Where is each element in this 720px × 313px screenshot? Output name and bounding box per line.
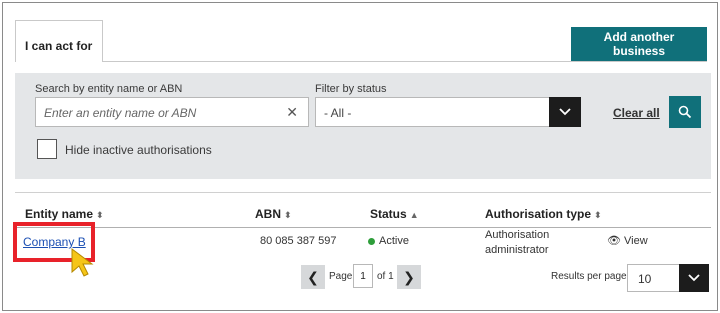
tab-i-can-act-for[interactable]: I can act for [15, 20, 103, 62]
clear-all-link[interactable]: Clear all [613, 106, 660, 120]
results-per-page-value: 10 [638, 272, 652, 286]
results-per-page-select[interactable]: 10 [627, 264, 709, 292]
search-placeholder: Enter an entity name or ABN [44, 106, 197, 120]
sort-icon: ⬍ [594, 210, 602, 220]
hide-inactive-label: Hide inactive authorisations [65, 143, 212, 157]
prev-page-button[interactable]: ❮ [301, 265, 325, 289]
page-frame: I can act for Add another business Searc… [2, 2, 718, 311]
hide-inactive-checkbox[interactable] [37, 139, 57, 159]
sort-icon: ⬍ [96, 210, 104, 220]
pointer-cursor-icon [71, 248, 94, 277]
chevron-down-icon[interactable] [679, 264, 709, 292]
status-filter-value: - All - [324, 106, 352, 120]
page-label: Page [329, 271, 353, 282]
chevron-left-icon: ❮ [307, 268, 319, 285]
authorisation-type-line2: administrator [485, 244, 549, 256]
column-header-status[interactable]: Status ▲ [370, 207, 419, 221]
table-header-divider [15, 192, 711, 193]
next-page-button[interactable]: ❯ [397, 265, 421, 289]
status-filter-select[interactable]: - All - [315, 97, 581, 127]
abn-value: 80 085 387 597 [260, 235, 337, 247]
filter-panel: Search by entity name or ABN Enter an en… [15, 73, 711, 179]
column-header-entity-name[interactable]: Entity name ⬍ [25, 207, 104, 221]
column-header-abn[interactable]: ABN ⬍ [255, 207, 292, 221]
search-input[interactable]: Enter an entity name or ABN ✕ [35, 97, 309, 127]
chevron-right-icon: ❯ [403, 268, 415, 285]
search-label: Search by entity name or ABN [35, 83, 183, 95]
close-icon[interactable]: ✕ [286, 104, 298, 121]
authorisation-type-line1: Authorisation [485, 229, 550, 241]
table-row-divider [15, 227, 711, 228]
page-of-label: of 1 [377, 271, 394, 282]
search-icon [678, 105, 692, 119]
status-value: Active [368, 235, 409, 247]
sort-icon: ⬍ [284, 210, 292, 220]
view-link[interactable]: 👁 View [607, 234, 648, 247]
chevron-down-icon[interactable] [549, 97, 581, 127]
column-header-authorisation-type[interactable]: Authorisation type ⬍ [485, 207, 602, 221]
add-another-business-button[interactable]: Add another business [571, 27, 707, 61]
tab-divider [103, 61, 707, 62]
sort-asc-icon: ▲ [409, 210, 419, 220]
results-per-page-label: Results per page [551, 271, 627, 282]
eye-icon: 👁 [607, 235, 621, 247]
search-button[interactable] [669, 96, 701, 128]
status-dot-icon [368, 237, 375, 245]
page-number-input[interactable]: 1 [353, 264, 373, 288]
status-filter-label: Filter by status [315, 83, 387, 95]
